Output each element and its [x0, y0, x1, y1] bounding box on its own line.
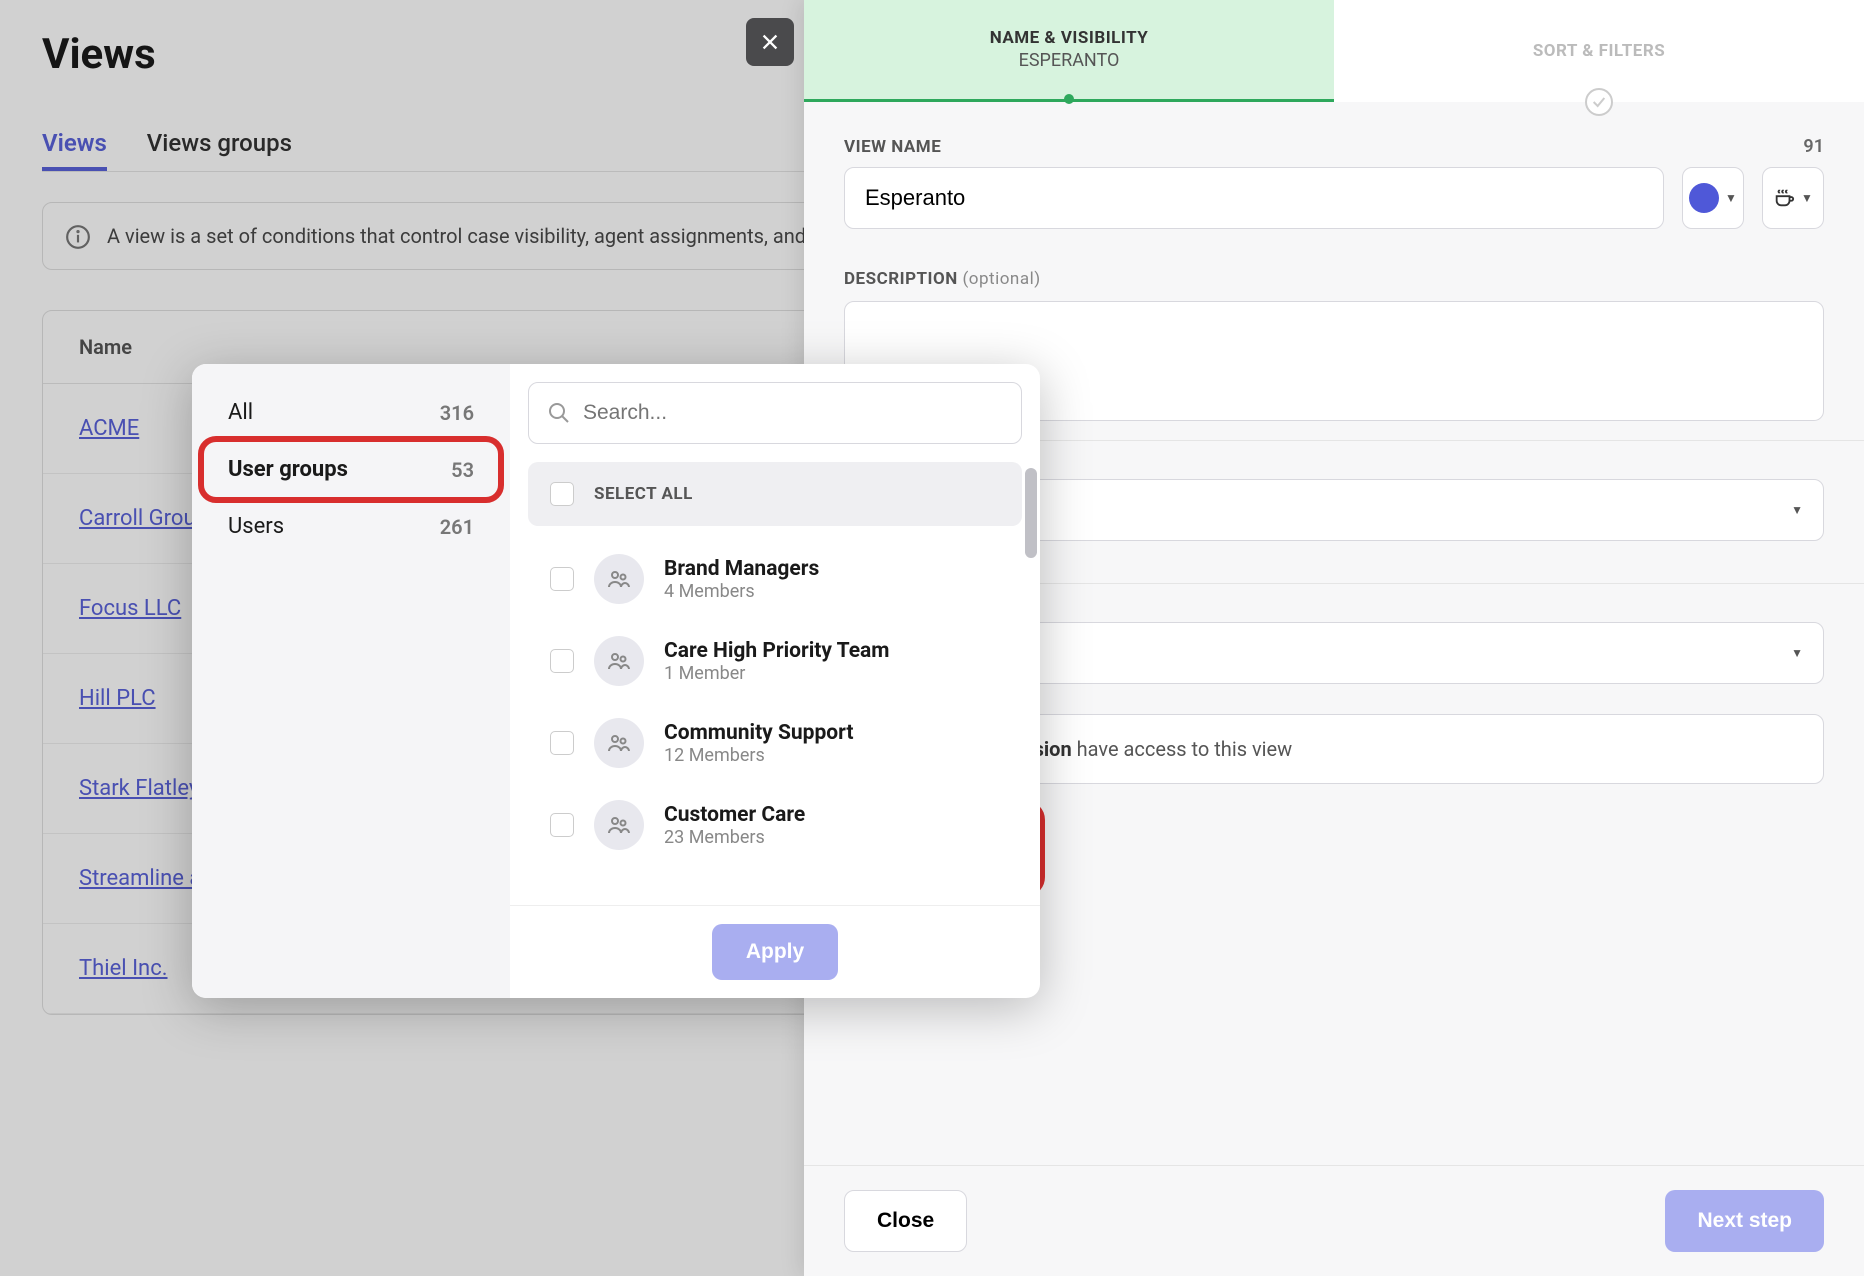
wizard-steps: NAME & VISIBILITY ESPERANTO SORT & FILTE… [804, 0, 1864, 102]
icon-picker[interactable]: ▼ [1762, 167, 1824, 229]
group-checkbox[interactable] [550, 567, 574, 591]
group-avatar-icon [594, 800, 644, 850]
step-incomplete-icon [1585, 88, 1613, 116]
chevron-down-icon: ▼ [1801, 191, 1813, 205]
group-row[interactable]: Care High Priority Team 1 Member [528, 620, 1022, 702]
scrollbar-thumb[interactable] [1025, 468, 1037, 558]
color-picker[interactable]: ▼ [1682, 167, 1744, 229]
group-row[interactable]: Community Support 12 Members [528, 702, 1022, 784]
panel-footer: Close Next step [804, 1165, 1864, 1276]
category-user-groups[interactable]: User groups 53 [206, 441, 496, 498]
group-avatar-icon [594, 554, 644, 604]
char-count: 91 [1803, 136, 1824, 157]
optional-label: (optional) [962, 269, 1040, 289]
step-active-dot [1064, 94, 1074, 104]
group-list[interactable]: SELECT ALL Brand Managers 4 Members Car [510, 462, 1040, 905]
user-picker-popover: All 316 User groups 53 Users 261 S [192, 364, 1040, 998]
next-step-button[interactable]: Next step [1665, 1190, 1824, 1252]
select-all-row[interactable]: SELECT ALL [528, 462, 1022, 526]
step-name-visibility[interactable]: NAME & VISIBILITY ESPERANTO [804, 0, 1334, 102]
description-label: DESCRIPTION [844, 269, 958, 289]
view-name-input[interactable] [844, 167, 1664, 229]
chevron-down-icon: ▼ [1725, 191, 1737, 205]
chevron-down-icon: ▼ [1791, 503, 1803, 517]
close-panel-button[interactable] [746, 18, 794, 66]
chevron-down-icon: ▼ [1791, 646, 1803, 660]
group-row[interactable]: Brand Managers 4 Members [528, 538, 1022, 620]
search-box [528, 382, 1022, 444]
group-row[interactable]: Customer Care 23 Members [528, 784, 1022, 866]
category-users[interactable]: Users 261 [206, 498, 496, 555]
color-swatch [1689, 183, 1719, 213]
group-checkbox[interactable] [550, 813, 574, 837]
search-input[interactable] [583, 401, 1003, 425]
coffee-icon [1773, 187, 1795, 209]
close-icon [759, 31, 781, 53]
group-avatar-icon [594, 636, 644, 686]
apply-button[interactable]: Apply [712, 924, 838, 980]
close-button[interactable]: Close [844, 1190, 967, 1252]
category-sidebar: All 316 User groups 53 Users 261 [192, 364, 510, 998]
picker-main: SELECT ALL Brand Managers 4 Members Car [510, 364, 1040, 998]
category-all[interactable]: All 316 [206, 384, 496, 441]
step-sort-filters[interactable]: SORT & FILTERS [1334, 0, 1864, 102]
group-checkbox[interactable] [550, 731, 574, 755]
group-checkbox[interactable] [550, 649, 574, 673]
search-icon [547, 401, 571, 425]
select-all-checkbox[interactable] [550, 482, 574, 506]
view-name-label: VIEW NAME [844, 137, 941, 157]
popover-footer: Apply [510, 905, 1040, 998]
group-avatar-icon [594, 718, 644, 768]
